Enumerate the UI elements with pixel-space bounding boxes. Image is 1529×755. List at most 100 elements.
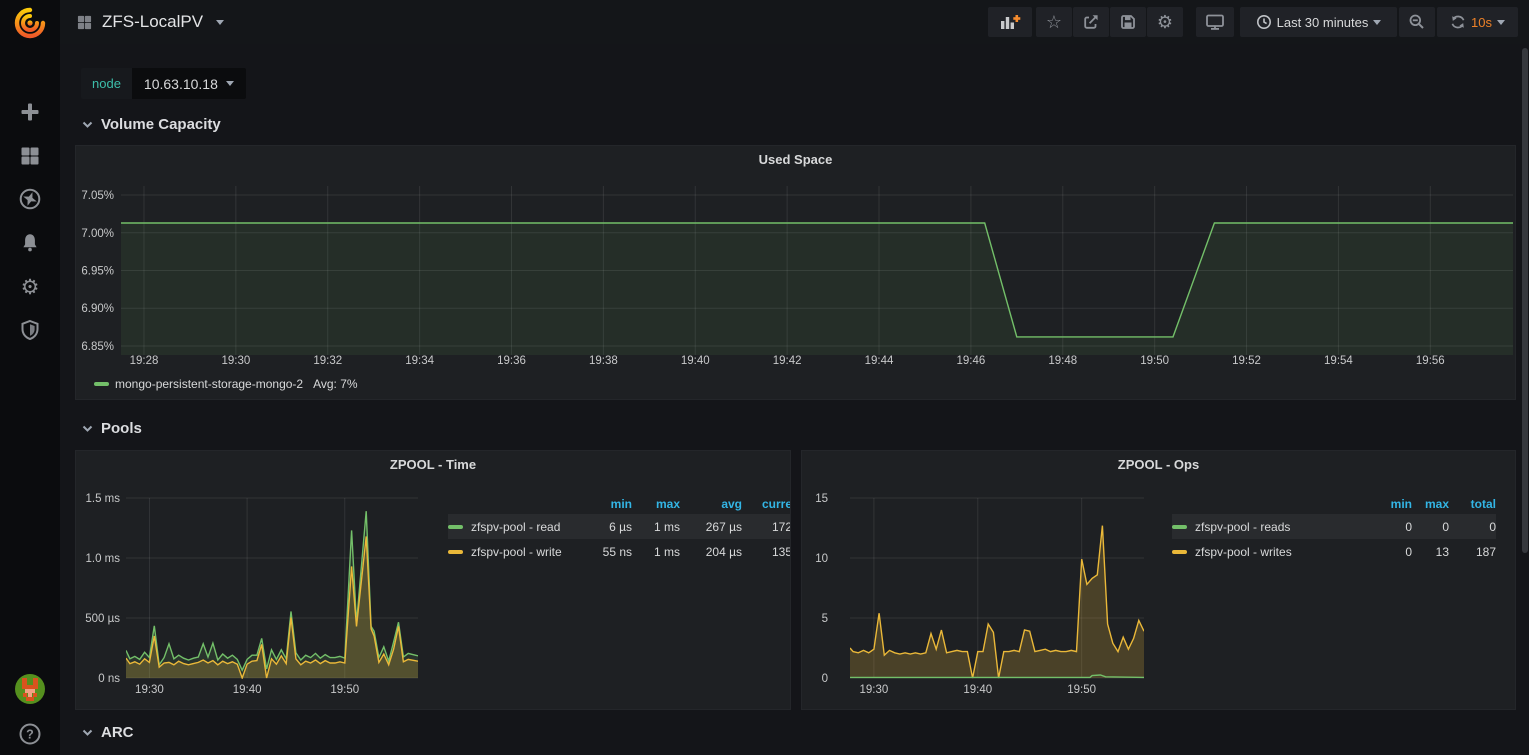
- legend-swatch: [448, 550, 463, 554]
- legend-value: 187: [1449, 545, 1496, 559]
- user-avatar[interactable]: [0, 671, 60, 707]
- legend-header-row: minmaxtotal: [1172, 494, 1496, 514]
- x-tick-label: 19:34: [405, 355, 434, 367]
- legend-header[interactable]: curre: [742, 497, 791, 511]
- gear-icon: ⚙: [1157, 13, 1173, 31]
- y-tick-label: 0 ns: [98, 673, 120, 685]
- refresh-icon: [1450, 14, 1466, 30]
- variable-value-dropdown[interactable]: 10.63.10.18: [132, 68, 246, 99]
- scrollbar-thumb[interactable]: [1522, 48, 1528, 553]
- zpool-ops-legend[interactable]: minmaxtotalzfspv-pool - reads000zfspv-po…: [1172, 494, 1496, 564]
- clock-icon: [1256, 14, 1272, 30]
- admin-shield-icon[interactable]: [0, 312, 60, 348]
- cycle-view-button[interactable]: [1196, 7, 1234, 37]
- y-tick-label: 500 µs: [85, 613, 120, 625]
- x-tick-label: 19:50: [1067, 684, 1096, 696]
- panel-zpool-ops: ZPOOL - Ops 15105019:3019:4019:50 minmax…: [801, 450, 1516, 710]
- x-tick-label: 19:46: [957, 355, 986, 367]
- legend-header[interactable]: avg: [680, 497, 742, 511]
- legend-value: 13: [1412, 545, 1449, 559]
- section-arc[interactable]: ARC: [82, 724, 134, 741]
- variable-value: 10.63.10.18: [144, 76, 218, 92]
- x-tick-label: 19:38: [589, 355, 618, 367]
- legend-row[interactable]: zfspv-pool - writes013187: [1172, 539, 1496, 564]
- chart-svg: 7.05%7.00%6.95%6.90%6.85%19:2819:3019:32…: [76, 174, 1516, 374]
- section-volume-capacity[interactable]: Volume Capacity: [82, 116, 221, 133]
- refresh-interval-label: 10s: [1471, 15, 1492, 30]
- configuration-gear-icon[interactable]: ⚙: [0, 269, 60, 305]
- settings-button[interactable]: ⚙: [1147, 7, 1183, 37]
- legend-header[interactable]: min: [1333, 497, 1412, 511]
- legend-row[interactable]: zfspv-pool - write55 ns1 ms204 µs135: [448, 539, 791, 564]
- add-panel-button[interactable]: [988, 7, 1032, 37]
- section-title: ARC: [101, 724, 134, 741]
- panel-title[interactable]: Used Space: [76, 152, 1515, 167]
- dashboard-title: ZFS-LocalPV: [102, 12, 203, 32]
- y-tick-label: 0: [822, 673, 828, 685]
- x-tick-label: 19:30: [135, 684, 164, 696]
- panel-used-space: Used Space 7.05%7.00%6.95%6.90%6.85%19:2…: [75, 145, 1516, 400]
- x-tick-label: 19:36: [497, 355, 526, 367]
- legend-value: 6 µs: [587, 520, 632, 534]
- legend-value: 1 ms: [632, 520, 680, 534]
- legend-value: 172: [742, 520, 791, 534]
- legend-value: 135: [742, 545, 791, 559]
- y-tick-label: 5: [822, 613, 828, 625]
- svg-text:?: ?: [26, 728, 34, 742]
- legend-row[interactable]: zfspv-pool - read6 µs1 ms267 µs172: [448, 514, 791, 539]
- chevron-down-icon: [82, 121, 93, 128]
- alerting-bell-icon[interactable]: [0, 225, 60, 261]
- legend-series-name: mongo-persistent-storage-mongo-2: [115, 377, 303, 391]
- y-tick-label: 15: [815, 493, 828, 505]
- save-button[interactable]: [1110, 7, 1146, 37]
- x-tick-label: 19:30: [221, 355, 250, 367]
- variable-label: node: [81, 68, 132, 99]
- explore-icon[interactable]: [0, 181, 60, 217]
- legend-header[interactable]: max: [632, 497, 680, 511]
- x-tick-label: 19:56: [1416, 355, 1445, 367]
- x-tick-label: 19:32: [313, 355, 342, 367]
- zpool-time-legend[interactable]: minmaxavgcurre zfspv-pool - read 6 µs1 ms2…: [448, 494, 791, 564]
- legend-series-name: zfspv-pool - read: [471, 520, 560, 534]
- panel-title[interactable]: ZPOOL - Ops: [802, 457, 1515, 472]
- help-icon[interactable]: ?: [0, 716, 60, 752]
- x-tick-label: 19:50: [1140, 355, 1169, 367]
- legend-value: 204 µs: [680, 545, 742, 559]
- legend-value: 0: [1449, 520, 1496, 534]
- refresh-picker[interactable]: 10s: [1437, 7, 1518, 37]
- star-button[interactable]: ☆: [1036, 7, 1072, 37]
- monitor-icon: [1205, 13, 1225, 31]
- x-tick-label: 19:42: [773, 355, 802, 367]
- star-icon: ☆: [1046, 13, 1062, 31]
- legend-row[interactable]: zfspv-pool - reads000: [1172, 514, 1496, 539]
- zoom-out-button[interactable]: [1399, 7, 1435, 37]
- x-tick-label: 19:40: [963, 684, 992, 696]
- save-icon: [1119, 13, 1137, 31]
- breadcrumb[interactable]: ZFS-LocalPV: [76, 0, 224, 44]
- legend-value: 0: [1333, 520, 1412, 534]
- legend-header[interactable]: min: [587, 497, 632, 511]
- used-space-chart[interactable]: 7.05%7.00%6.95%6.90%6.85%19:2819:3019:32…: [76, 174, 1516, 374]
- x-tick-label: 19:48: [1048, 355, 1077, 367]
- legend-value: 55 ns: [587, 545, 632, 559]
- legend-header[interactable]: total: [1449, 497, 1496, 511]
- panel-title[interactable]: ZPOOL - Time: [76, 457, 790, 472]
- section-pools[interactable]: Pools: [82, 420, 142, 437]
- used-space-legend[interactable]: mongo-persistent-storage-mongo-2 Avg: 7%: [94, 377, 358, 391]
- variable-node-picker[interactable]: node 10.63.10.18: [81, 68, 246, 99]
- time-range-picker[interactable]: Last 30 minutes: [1240, 7, 1397, 37]
- legend-header[interactable]: max: [1412, 497, 1449, 511]
- dashboards-icon[interactable]: [0, 138, 60, 174]
- x-tick-label: 19:40: [233, 684, 262, 696]
- create-icon[interactable]: [0, 94, 60, 130]
- section-title: Pools: [101, 420, 142, 437]
- legend-swatch: [1172, 525, 1187, 529]
- legend-value: 0: [1333, 545, 1412, 559]
- x-tick-label: 19:52: [1232, 355, 1261, 367]
- share-button[interactable]: [1073, 7, 1109, 37]
- y-tick-label: 1.5 ms: [85, 493, 120, 505]
- grafana-logo[interactable]: [0, 4, 60, 42]
- y-tick-label: 6.85%: [81, 341, 114, 353]
- x-tick-label: 19:54: [1324, 355, 1353, 367]
- legend-swatch: [94, 382, 109, 386]
